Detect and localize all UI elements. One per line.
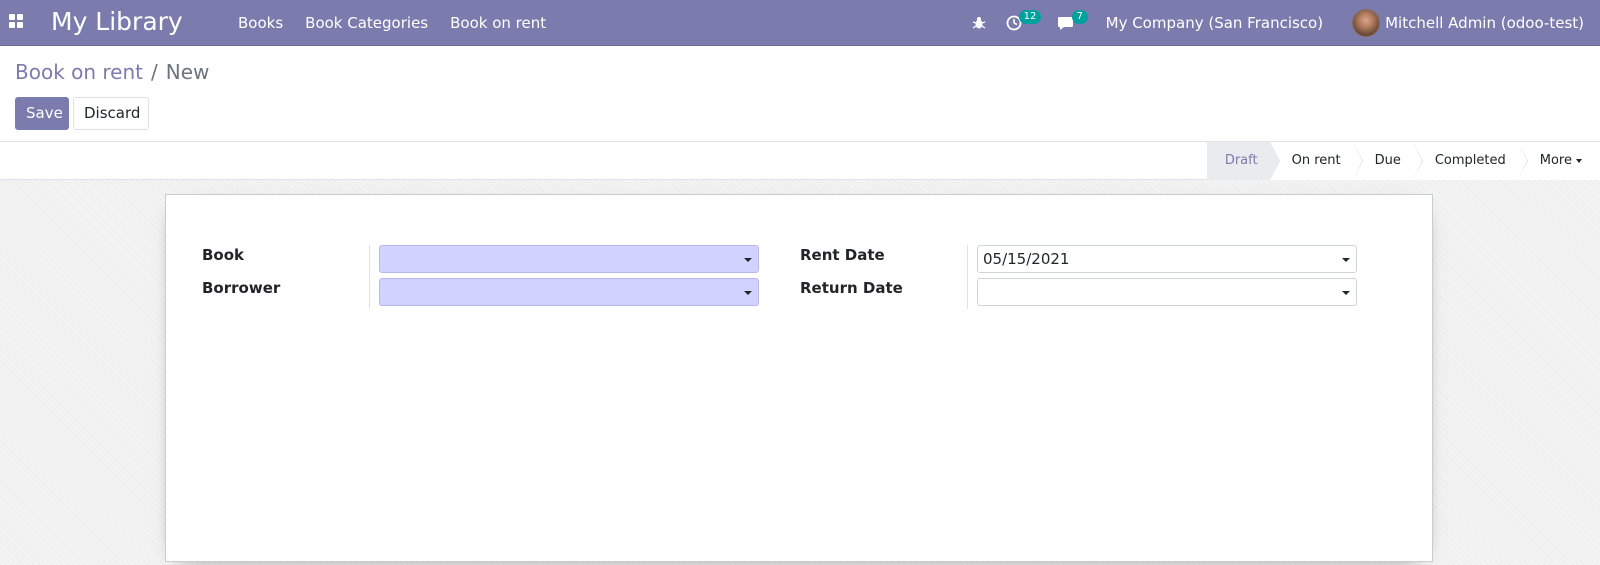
rent-date-value: 05/15/2021 bbox=[983, 250, 1070, 268]
systray: 12 7 My Company (San Francisco) Mitchell… bbox=[958, 0, 1600, 46]
apps-menu-icon[interactable] bbox=[9, 14, 23, 28]
debug-icon[interactable] bbox=[958, 0, 1000, 46]
message-count-badge: 7 bbox=[1071, 10, 1088, 24]
right-group-separator bbox=[967, 245, 968, 309]
activity-button[interactable]: 12 bbox=[1000, 0, 1055, 46]
rent-date-field[interactable]: 05/15/2021 bbox=[977, 245, 1357, 273]
status-step-draft[interactable]: Draft bbox=[1206, 142, 1280, 180]
return-date-field[interactable] bbox=[977, 278, 1357, 306]
chevron-down-icon[interactable] bbox=[744, 258, 752, 262]
app-title[interactable]: My Library bbox=[51, 6, 183, 38]
messaging-button[interactable]: 7 bbox=[1055, 0, 1106, 46]
menu-item-book-on-rent[interactable]: Book on rent bbox=[439, 0, 557, 46]
breadcrumb-separator: / bbox=[151, 60, 158, 84]
status-step-completed[interactable]: Completed bbox=[1412, 142, 1528, 180]
breadcrumb: Book on rent / New bbox=[15, 58, 209, 86]
discard-button[interactable]: Discard bbox=[73, 97, 149, 130]
return-date-label: Return Date bbox=[800, 279, 903, 297]
company-switcher[interactable]: My Company (San Francisco) bbox=[1106, 0, 1339, 46]
status-more-dropdown[interactable]: More bbox=[1517, 142, 1600, 180]
menu-item-books[interactable]: Books bbox=[227, 0, 294, 46]
chevron-down-icon[interactable] bbox=[1342, 258, 1350, 262]
left-group-separator bbox=[369, 245, 370, 309]
top-navbar: My Library Books Book Categories Book on… bbox=[0, 0, 1600, 46]
book-label: Book bbox=[202, 246, 245, 264]
rent-date-label: Rent Date bbox=[800, 246, 885, 264]
status-more-label: More bbox=[1539, 153, 1572, 168]
chevron-down-icon[interactable] bbox=[1342, 291, 1350, 295]
book-field[interactable] bbox=[379, 245, 759, 273]
control-panel: Book on rent / New Save Discard bbox=[0, 46, 1600, 142]
company-name: My Company (San Francisco) bbox=[1105, 14, 1324, 32]
breadcrumb-parent-link[interactable]: Book on rent bbox=[15, 60, 143, 84]
status-step-on-rent[interactable]: On rent bbox=[1269, 142, 1363, 180]
user-menu[interactable]: Mitchell Admin (odoo-test) bbox=[1339, 0, 1600, 46]
breadcrumb-current: New bbox=[165, 60, 210, 84]
form-sheet: Book Borrower Rent Date Return Date 05/1… bbox=[165, 194, 1433, 562]
status-steps: Draft On rent Due Completed More bbox=[1206, 142, 1600, 180]
statusbar: Draft On rent Due Completed More bbox=[0, 142, 1600, 180]
user-name: Mitchell Admin (odoo-test) bbox=[1385, 14, 1584, 32]
save-button[interactable]: Save bbox=[15, 97, 69, 130]
avatar bbox=[1352, 9, 1381, 37]
chevron-down-icon bbox=[1576, 158, 1582, 163]
activity-count-badge: 12 bbox=[1018, 10, 1042, 24]
main-menu: Books Book Categories Book on rent bbox=[227, 0, 557, 46]
chevron-down-icon[interactable] bbox=[744, 291, 752, 295]
menu-item-book-categories[interactable]: Book Categories bbox=[294, 0, 439, 46]
borrower-label: Borrower bbox=[202, 279, 281, 297]
borrower-field[interactable] bbox=[379, 278, 759, 306]
